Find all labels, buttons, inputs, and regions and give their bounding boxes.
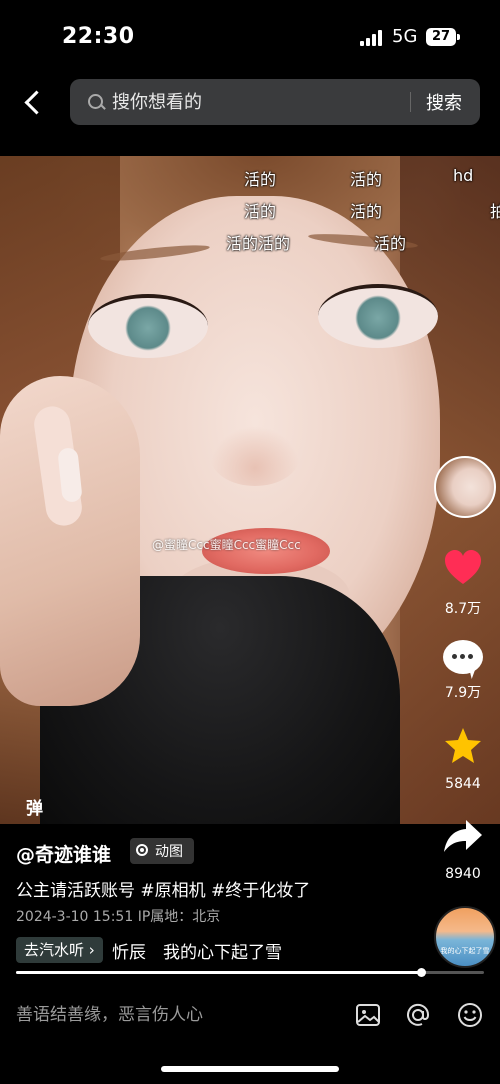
search-button[interactable]: 搜索 [426, 89, 462, 115]
network-type: 5G [392, 26, 418, 47]
star-icon [445, 728, 481, 763]
ip-location: IP属地：北京 [137, 909, 221, 925]
heart-icon [445, 550, 481, 584]
danmaku-comment: 活的活的 [226, 234, 291, 253]
comment-count: 7.9万 [444, 685, 482, 701]
comment-input[interactable] [16, 1000, 336, 1030]
post-meta: 2024-3-10 15:51 IP属地：北京 [16, 906, 220, 926]
danmaku-toggle-button[interactable]: 弹 [26, 794, 43, 819]
search-icon [88, 94, 104, 110]
progress-fill [16, 971, 421, 974]
mention-icon[interactable] [404, 1001, 432, 1029]
search-input[interactable] [112, 88, 402, 116]
video-nose [210, 426, 300, 486]
battery-icon: 27 [426, 28, 460, 46]
danmaku-comment: 拍 [490, 202, 500, 221]
home-indicator [161, 1066, 339, 1072]
comment-icon [442, 640, 484, 680]
favorite-count: 5844 [445, 776, 481, 792]
like-count: 8.7万 [444, 601, 482, 617]
gif-badge[interactable]: 动图 [130, 838, 194, 864]
video-eye-left [88, 294, 208, 358]
search-divider [410, 92, 411, 112]
progress-knob[interactable] [416, 968, 426, 977]
author-avatar[interactable] [434, 456, 496, 518]
danmaku-comment: 活的 [244, 202, 277, 221]
share-arrow-icon [444, 820, 482, 852]
post-description[interactable]: 公主请活跃账号 #原相机 #终于化妆了 [16, 876, 310, 901]
favorite-button[interactable]: 5844 [436, 726, 490, 792]
emoji-icon[interactable] [456, 1001, 484, 1029]
author-name[interactable]: @奇迹谁谁 [16, 840, 111, 867]
share-button[interactable]: 8940 [436, 818, 490, 882]
gif-icon [136, 844, 148, 856]
danmaku-comment: 活的 [350, 170, 383, 189]
video-progress-bar[interactable] [16, 968, 484, 977]
music-disc-text: 我的心下起了雪 [440, 947, 490, 955]
music-disc[interactable]: 我的心下起了雪 [434, 906, 496, 968]
gif-badge-label: 动图 [155, 844, 183, 860]
like-button[interactable]: 8.7万 [436, 548, 490, 618]
danmaku-comment: 活的 [244, 170, 277, 189]
status-bar: 22:30 5G 27 [0, 0, 500, 72]
danmaku-comment: 活的 [374, 234, 407, 253]
video-eye-right [318, 284, 438, 348]
video-watermark: @蜜瞳Ccc蜜瞳Ccc蜜瞳Ccc [152, 538, 301, 552]
danmaku-comment: 活的 [350, 202, 383, 221]
video-player[interactable]: 活的 活的 hd 活的 活的 拍 活的活的 活的 @蜜瞳Ccc蜜瞳Ccc蜜瞳Cc… [0, 156, 500, 824]
signal-icon [360, 30, 384, 46]
image-icon[interactable] [354, 1001, 382, 1029]
music-app-link[interactable]: 去汽水听 › [16, 937, 103, 963]
back-icon[interactable] [18, 86, 48, 120]
music-title[interactable]: 忻辰 我的心下起了雪 [112, 938, 282, 963]
comment-button[interactable]: 7.9万 [436, 640, 490, 702]
share-count: 8940 [445, 866, 481, 882]
status-time: 22:30 [62, 24, 135, 49]
danmaku-comment: hd [453, 166, 474, 185]
post-timestamp: 2024-3-10 15:51 [16, 909, 134, 925]
